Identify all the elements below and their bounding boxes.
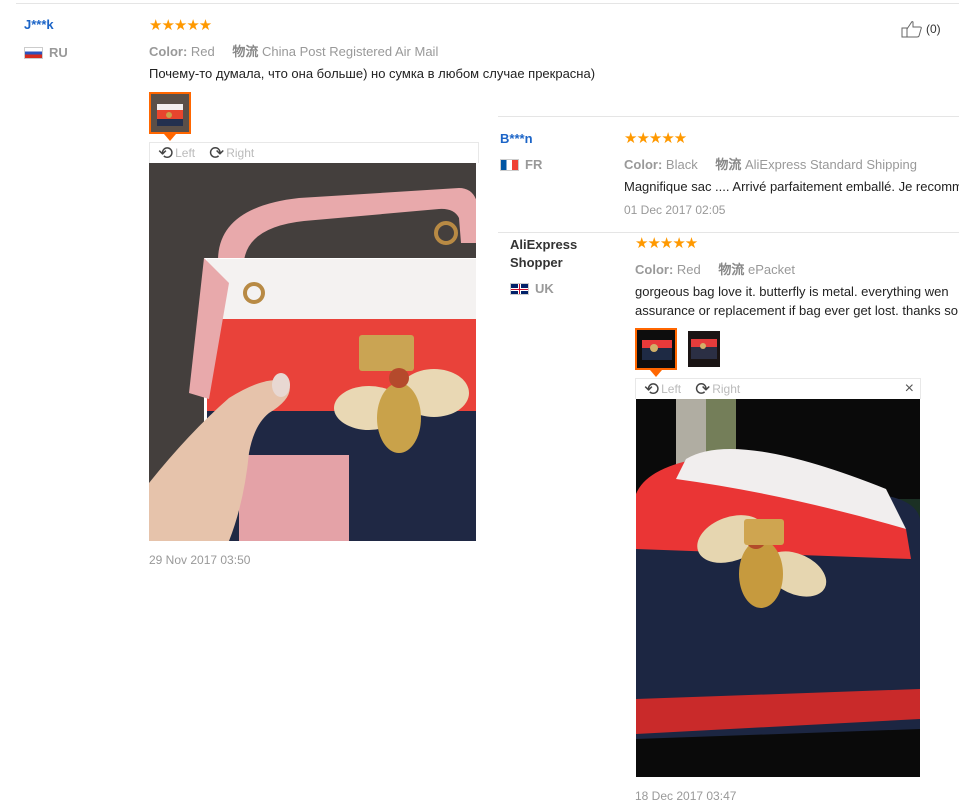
star-rating: ★★★★★ [149, 17, 212, 34]
reviewer-name-line1: AliExpress [510, 237, 578, 252]
helpful-button[interactable]: (0) [901, 20, 941, 38]
rotate-left-label: Left [661, 382, 682, 396]
review-photo-large [149, 163, 476, 541]
color-value: Black [665, 157, 698, 172]
russia-flag-icon [24, 46, 43, 59]
reviewer-name-line2: Shopper [510, 255, 563, 270]
country-code: UK [535, 281, 554, 296]
review-photo-large [636, 399, 920, 777]
reviewer-country: FR [500, 157, 542, 172]
shipping-label: 物流 [715, 157, 742, 172]
bag-photo-thumbnail [685, 329, 723, 369]
review-text: Почему-то думала, что она больше) но сум… [149, 66, 596, 81]
reviewer-name: AliExpress Shopper [510, 236, 577, 272]
review-meta: Color: Black 物流 AliExpress Standard Ship… [624, 154, 917, 173]
rotate-right-button[interactable]: ⟳ Right [209, 143, 255, 163]
image-toolbar: ⟲ Left ⟳ Right [149, 142, 479, 163]
thumbs-up-icon [901, 21, 922, 38]
thumbnail-caret [650, 370, 662, 377]
shipping-label: 物流 [232, 44, 259, 59]
review-divider [498, 116, 959, 117]
close-icon[interactable]: × [905, 380, 914, 398]
uk-flag-icon [510, 282, 529, 295]
review-meta: Color: Red 物流 ePacket [635, 259, 795, 278]
rotate-right-icon: ⟳ [209, 143, 225, 163]
rotate-right-label: Right [226, 146, 255, 160]
bag-photo-thumbnail [151, 94, 189, 132]
rotate-left-icon: ⟲ [644, 379, 660, 399]
review-date: 01 Dec 2017 02:05 [624, 203, 726, 217]
rotate-right-button[interactable]: ⟳ Right [695, 379, 741, 399]
bag-photo-thumbnail [637, 330, 675, 368]
shipping-label: 物流 [718, 262, 745, 277]
rotate-left-button[interactable]: ⟲ Left [158, 143, 196, 163]
color-value: Red [676, 262, 701, 277]
review-photo-thumbnail[interactable] [685, 329, 723, 369]
review-text-line1: gorgeous bag love it. butterfly is metal… [635, 284, 949, 299]
review-text: Magnifique sac .... Arrivé parfaitement … [624, 179, 959, 194]
review-date: 29 Nov 2017 03:50 [149, 553, 251, 567]
rotate-left-label: Left [175, 146, 196, 160]
thumbnail-caret [164, 134, 176, 141]
rotate-right-icon: ⟳ [695, 379, 711, 399]
review-meta: Color: Red 物流 China Post Registered Air … [149, 41, 438, 60]
color-label: Color: [624, 157, 663, 172]
country-code: RU [49, 45, 68, 60]
reviewer-name[interactable]: B***n [500, 131, 533, 146]
top-divider [16, 3, 959, 4]
color-label: Color: [635, 262, 674, 277]
review-text-line2: assurance or replacement if bag ever get… [635, 303, 959, 318]
shipping-value: AliExpress Standard Shipping [744, 157, 917, 172]
color-value: Red [190, 44, 215, 59]
france-flag-icon [500, 158, 519, 171]
image-toolbar: ⟲ Left ⟳ Right × [635, 378, 921, 399]
rotate-left-button[interactable]: ⟲ Left [644, 379, 682, 399]
star-rating: ★★★★★ [624, 130, 687, 147]
color-label: Color: [149, 44, 188, 59]
rotate-right-label: Right [712, 382, 741, 396]
rotate-left-icon: ⟲ [158, 143, 174, 163]
review-photo-thumbnail[interactable] [635, 328, 677, 370]
star-rating: ★★★★★ [635, 235, 698, 252]
review-divider [498, 232, 959, 233]
reviewer-country: RU [24, 45, 68, 60]
shipping-value: ePacket [748, 262, 796, 277]
review-date: 18 Dec 2017 03:47 [635, 789, 737, 803]
country-code: FR [525, 157, 543, 172]
shipping-value: China Post Registered Air Mail [262, 44, 439, 59]
reviewer-name[interactable]: J***k [24, 17, 54, 32]
review-photo-thumbnail[interactable] [149, 92, 191, 134]
reviewer-country: UK [510, 281, 554, 296]
helpful-count: (0) [926, 22, 941, 36]
